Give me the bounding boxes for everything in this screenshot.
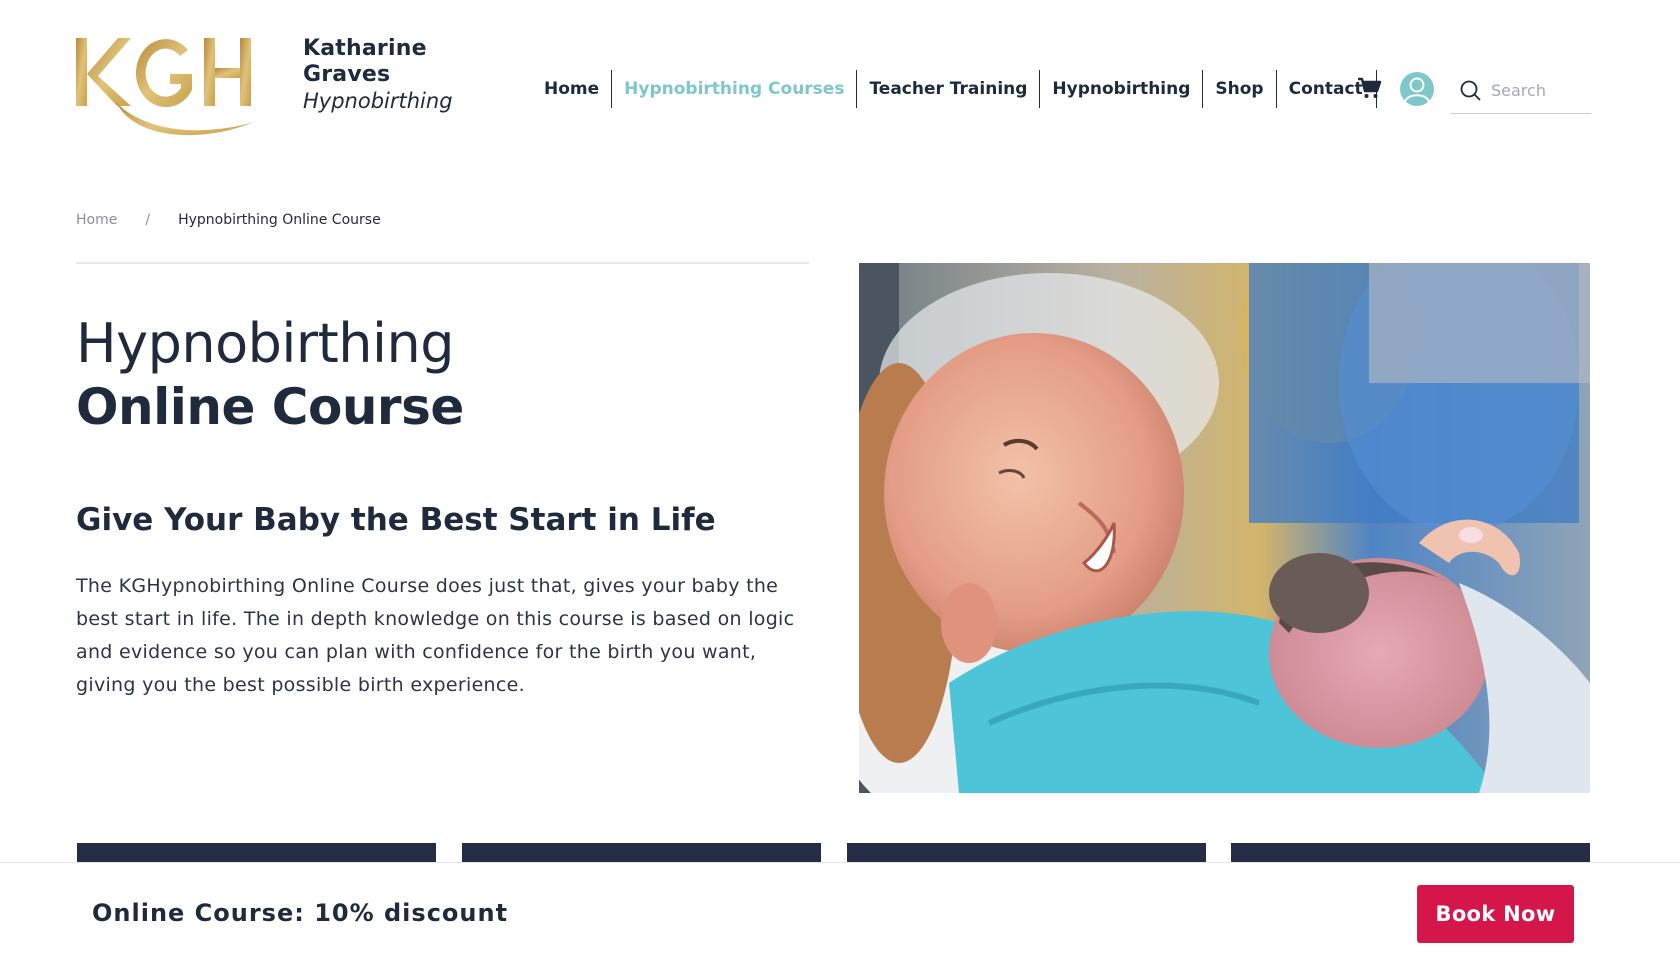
breadcrumb: Home / Hypnobirthing Online Course: [76, 212, 381, 228]
course-card[interactable]: [1231, 843, 1590, 863]
course-card[interactable]: [462, 843, 821, 863]
intro-paragraph: The KGHypnobirthing Online Course does j…: [76, 575, 795, 696]
nav-hypnobirthing-courses[interactable]: Hypnobirthing Courses: [612, 70, 858, 108]
nav-hypnobirthing[interactable]: Hypnobirthing: [1040, 70, 1204, 108]
breadcrumb-home-link[interactable]: Home: [76, 212, 117, 228]
breadcrumb-separator: /: [145, 212, 151, 228]
breadcrumb-current: Hypnobirthing Online Course: [178, 212, 381, 228]
logo-wordmark: Katharine Graves Hypnobirthing: [303, 36, 453, 114]
page-title-line2: Online Course: [76, 378, 464, 436]
logo-tagline: Hypnobirthing: [303, 89, 453, 113]
search-box[interactable]: [1451, 70, 1591, 114]
nav-shop[interactable]: Shop: [1203, 70, 1277, 108]
sticky-offer-bar: Online Course: 10% discount Book Now: [0, 862, 1680, 963]
logo-name-last: Graves: [303, 62, 391, 87]
kgh-logo-mark-icon: [76, 38, 254, 136]
nav-home[interactable]: Home: [532, 70, 613, 108]
site-logo[interactable]: Katharine Graves Hypnobirthing: [76, 30, 476, 150]
divider: [76, 262, 809, 264]
search-input[interactable]: [1491, 78, 1587, 102]
mother-and-newborn-photo: [859, 263, 1590, 793]
search-icon: [1460, 80, 1481, 101]
main-nav: Home Hypnobirthing Courses Teacher Train…: [532, 70, 1377, 108]
book-now-button[interactable]: Book Now: [1417, 885, 1574, 943]
course-card[interactable]: [847, 843, 1206, 863]
user-icon: [1404, 77, 1430, 103]
section-subtitle: Give Your Baby the Best Start in Life: [76, 502, 716, 538]
logo-name-first: Katharine: [303, 36, 427, 61]
nav-teacher-training[interactable]: Teacher Training: [857, 70, 1041, 108]
user-account-icon[interactable]: [1400, 72, 1434, 106]
page-title-line1: Hypnobirthing: [76, 312, 455, 375]
offer-text: Online Course: 10% discount: [92, 899, 509, 927]
hero-image: [859, 263, 1590, 793]
cart-icon[interactable]: [1357, 76, 1381, 100]
course-card[interactable]: [77, 843, 436, 863]
